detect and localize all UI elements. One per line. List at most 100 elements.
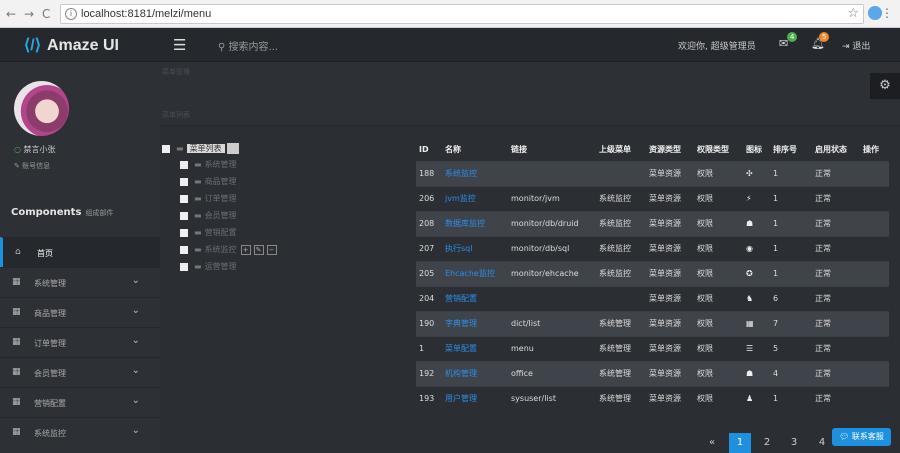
contact-support-button[interactable]: 💬︎ 联系客服: [832, 428, 891, 446]
cell-id: 208: [416, 210, 442, 236]
table-row[interactable]: 193 用户管理 sysuser/list 系统管理 菜单资源 权限 ♟ 1 正常: [416, 385, 889, 411]
cell-actions[interactable]: [860, 185, 889, 211]
sidebar-item-marketing[interactable]: ▦ 营销配置 ⌄: [0, 387, 160, 417]
tree-node-label: 订单管理: [204, 194, 237, 203]
edit-input-box[interactable]: [226, 143, 239, 154]
cell-name[interactable]: 字典管理: [442, 310, 508, 336]
table-row[interactable]: 204 营销配置 菜单资源 权限 ♞ 6 正常: [416, 285, 889, 311]
tree-checkbox[interactable]: [180, 262, 188, 271]
cell-actions[interactable]: [860, 260, 889, 286]
cell-name[interactable]: 数据库监控: [442, 210, 508, 236]
search-placeholder: 搜索内容...: [228, 42, 279, 53]
edit-icon[interactable]: ✎: [253, 244, 264, 255]
cell-perm: 权限: [694, 360, 743, 386]
tree-node[interactable]: ▬ 订单管理: [180, 193, 237, 207]
cell-id: 1: [416, 335, 442, 361]
table-row[interactable]: 205 Ehcache监控 monitor/ehcache 系统监控 菜单资源 权限 ✪ 1 正…: [416, 260, 889, 286]
avatar[interactable]: [14, 81, 69, 136]
user-profile-link[interactable]: ✎ 账号信息: [14, 161, 50, 171]
cell-name[interactable]: Ehcache监控: [442, 260, 508, 286]
sidebar-item-members[interactable]: ▦ 会员管理 ⌄: [0, 357, 160, 387]
cell-name[interactable]: jvm监控: [442, 185, 508, 211]
tree-checkbox[interactable]: [180, 194, 188, 203]
column-header: 图标: [746, 145, 762, 155]
prev-page-button[interactable]: «: [701, 433, 723, 453]
sidebar-item-monitor[interactable]: ▦ 系统监控 ⌄: [0, 417, 160, 447]
cell-name[interactable]: 系统监控: [442, 160, 508, 186]
bookmark-star-icon[interactable]: ☆: [847, 6, 859, 21]
cell-actions[interactable]: [860, 335, 889, 361]
forward-icon[interactable]: →: [24, 7, 34, 21]
table-row[interactable]: 206 jvm监控 monitor/jvm 系统监控 菜单资源 权限 ⚡ 1 正常: [416, 185, 889, 211]
back-icon[interactable]: ←: [6, 7, 16, 21]
tree-checkbox[interactable]: [180, 245, 188, 254]
search-box[interactable]: ⚲ 搜索内容...: [218, 38, 278, 53]
cell-name[interactable]: 菜单配置: [442, 335, 508, 361]
cell-name[interactable]: 营销配置: [442, 285, 508, 311]
cell-actions[interactable]: [860, 360, 889, 386]
gear-icon[interactable]: ⚙: [870, 73, 900, 99]
cell-perm: 权限: [694, 310, 743, 336]
logo[interactable]: ⟨/⟩ Amaze UI: [24, 35, 119, 55]
cell-name[interactable]: 机构管理: [442, 360, 508, 386]
sidebar-item-label: 系统管理: [34, 279, 66, 288]
cell-name[interactable]: 执行sql: [442, 235, 508, 261]
tree-node[interactable]: ▬ 商品管理: [180, 176, 237, 190]
cell-actions[interactable]: [860, 160, 889, 186]
tree-node-label: 系统管理: [204, 160, 237, 169]
tree-checkbox[interactable]: [180, 211, 188, 220]
table-row[interactable]: 207 执行sql monitor/db/sql 系统监控 菜单资源 权限 ◉ 1 正常: [416, 235, 889, 261]
table-icon: ▦: [12, 337, 21, 347]
sidebar-item-home[interactable]: ⌂ 首页: [0, 237, 160, 267]
delete-icon[interactable]: −: [266, 244, 277, 255]
tree-checkbox[interactable]: [180, 160, 188, 169]
tree-node[interactable]: ▬ 运营管理: [180, 261, 237, 275]
cell-actions[interactable]: [860, 285, 889, 311]
tree-node[interactable]: ▬ 系统管理: [180, 159, 237, 173]
cell-order: 1: [770, 185, 812, 211]
table-row[interactable]: 208 数据库监控 monitor/db/druid 系统监控 菜单资源 权限 ☗ 1 正常: [416, 210, 889, 236]
sidebar-toggle-icon[interactable]: ☰: [173, 36, 186, 54]
table-row[interactable]: 1 菜单配置 menu 系统管理 菜单资源 权限 ☰ 5 正常: [416, 335, 889, 361]
tree-checkbox[interactable]: [180, 177, 188, 186]
cell-actions[interactable]: [860, 310, 889, 336]
cell-parent: 系统监控: [596, 185, 646, 211]
bell-badge: 5: [819, 32, 830, 42]
tree-node[interactable]: ▬ 营销配置: [180, 227, 237, 241]
url-text[interactable]: localhost:8181/melzi/menu: [81, 8, 211, 20]
cell-link: monitor/db/sql: [508, 235, 596, 261]
logout-button[interactable]: ⇥ 退出: [842, 39, 870, 52]
tree-checkbox[interactable]: [180, 228, 188, 237]
cell-type: 菜单资源: [646, 335, 694, 361]
cell-actions[interactable]: [860, 235, 889, 261]
tree-node[interactable]: ▬ 会员管理: [180, 210, 237, 224]
cell-name[interactable]: 用户管理: [442, 385, 508, 411]
page-button-1[interactable]: 1: [729, 433, 751, 453]
sidebar-item-orders[interactable]: ▦ 订单管理 ⌄: [0, 327, 160, 357]
extension-icon[interactable]: [868, 6, 882, 20]
reload-icon[interactable]: C: [42, 7, 50, 21]
table-row[interactable]: 190 字典管理 dict/list 系统管理 菜单资源 权限 ▦ 7 正常: [416, 310, 889, 336]
cell-actions[interactable]: [860, 210, 889, 236]
add-icon[interactable]: +: [240, 244, 251, 255]
page-button-4[interactable]: 4: [811, 433, 833, 453]
page-button-2[interactable]: 2: [756, 433, 778, 453]
cell-icon: ✣: [743, 160, 770, 186]
cell-type: 菜单资源: [646, 210, 694, 236]
tree-node[interactable]: ▬ 系统监控 + ✎ −: [180, 244, 280, 258]
tree-checkbox[interactable]: [162, 144, 170, 153]
column-header: 操作: [863, 145, 879, 155]
browser-toolbar: ← → C i localhost:8181/melzi/menu ☆ ⋮: [0, 0, 900, 28]
sidebar-item-products[interactable]: ▦ 商品管理 ⌄: [0, 297, 160, 327]
table-row[interactable]: 192 机构管理 office 系统管理 菜单资源 权限 ☗ 4 正常: [416, 360, 889, 386]
table-row[interactable]: 188 系统监控 菜单资源 权限 ✣ 1 正常: [416, 160, 889, 186]
tree-root[interactable]: ▬ 菜单列表: [162, 143, 239, 157]
sidebar-item-system[interactable]: ▦ 系统管理 ⌄: [0, 267, 160, 297]
cell-perm: 权限: [694, 385, 743, 411]
cell-actions[interactable]: [860, 385, 889, 411]
search-icon: ⚲: [218, 42, 229, 53]
info-icon[interactable]: i: [65, 8, 77, 20]
browser-menu-icon[interactable]: ⋮: [881, 6, 893, 20]
page-button-3[interactable]: 3: [783, 433, 805, 453]
address-bar[interactable]: i localhost:8181/melzi/menu ☆: [60, 4, 864, 24]
